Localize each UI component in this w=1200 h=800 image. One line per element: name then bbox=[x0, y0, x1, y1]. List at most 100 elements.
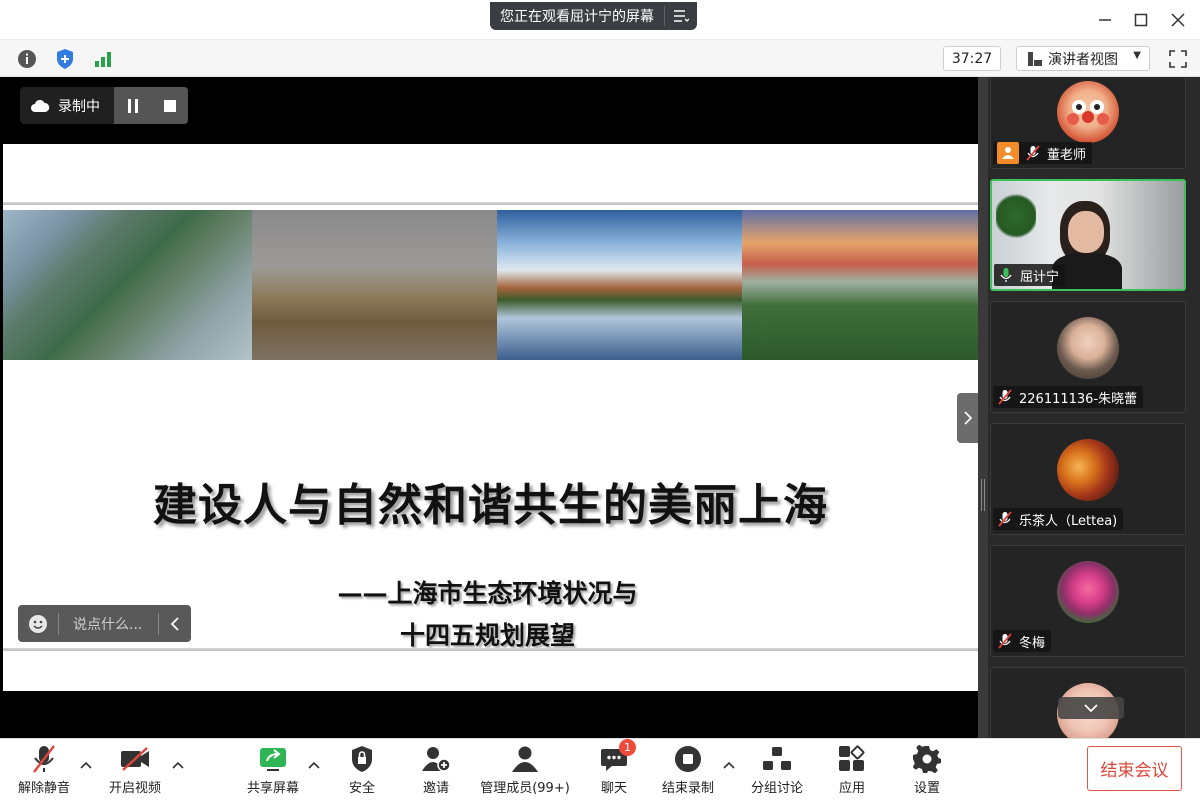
participant-name: 226111136-朱晓蕾 bbox=[1019, 391, 1138, 407]
recording-control: 录制中 bbox=[20, 87, 188, 124]
scroll-down-button[interactable] bbox=[1058, 697, 1124, 719]
avatar bbox=[1057, 561, 1119, 623]
participant-name-bar: 冬梅 bbox=[993, 630, 1052, 652]
start-video-button[interactable]: 开启视频 bbox=[104, 743, 166, 799]
avatar bbox=[1057, 81, 1119, 143]
participant-tile[interactable]: 乐茶人（Lettea) bbox=[990, 423, 1186, 535]
close-icon[interactable] bbox=[1166, 8, 1190, 32]
manage-members-button[interactable]: 管理成员(99+) bbox=[479, 743, 571, 799]
meeting-toolbar: 解除静音 开启视频 共享屏幕 安全 邀请 管理成员(99+) 1 聊天 结束录制… bbox=[0, 738, 1200, 800]
participant-name: 屈计宁 bbox=[1020, 269, 1060, 285]
mic-muted-icon bbox=[31, 743, 57, 775]
view-mode-label: 演讲者视图 bbox=[1048, 51, 1118, 68]
participant-tile-active-speaker[interactable]: 屈计宁 bbox=[990, 179, 1186, 291]
invite-label: 邀请 bbox=[422, 781, 449, 796]
lake-reflection-photo bbox=[497, 210, 742, 360]
panel-splitter[interactable] bbox=[978, 77, 988, 738]
chevron-up-icon[interactable] bbox=[172, 759, 184, 771]
mic-active-icon bbox=[998, 267, 1014, 283]
unread-badge: 1 bbox=[619, 739, 636, 756]
security-button[interactable]: 安全 bbox=[342, 743, 382, 799]
video-off-icon bbox=[119, 743, 151, 775]
person-face bbox=[1068, 211, 1104, 253]
participant-tile[interactable]: 226111136-朱晓蕾 bbox=[990, 301, 1186, 413]
security-label: 安全 bbox=[348, 781, 375, 796]
minimize-icon[interactable] bbox=[1093, 8, 1117, 32]
signal-bars-icon[interactable] bbox=[92, 48, 114, 70]
security-shield-icon bbox=[350, 743, 374, 775]
participant-tile[interactable]: 董老师 bbox=[990, 77, 1186, 169]
chevron-up-icon[interactable] bbox=[723, 759, 735, 771]
drag-handle[interactable] bbox=[981, 479, 985, 511]
pause-icon[interactable] bbox=[114, 87, 151, 124]
list-menu-icon[interactable] bbox=[665, 2, 697, 30]
participant-gallery: 董老师 屈计宁 226111136-朱晓蕾 乐茶人（Lettea) 冬梅 bbox=[988, 77, 1200, 738]
plant-image bbox=[996, 191, 1036, 241]
chevron-left-icon[interactable] bbox=[159, 616, 191, 631]
fullscreen-icon[interactable] bbox=[1166, 47, 1190, 71]
screen-share-banner[interactable]: 您正在观看屈计宁的屏幕 bbox=[490, 2, 697, 30]
members-icon bbox=[510, 743, 540, 775]
share-banner-text: 您正在观看屈计宁的屏幕 bbox=[500, 9, 654, 25]
chat-bubble-icon: 1 bbox=[600, 739, 636, 775]
share-screen-label: 共享屏幕 bbox=[246, 781, 299, 796]
stop-record-icon bbox=[674, 743, 702, 775]
emoji-icon[interactable] bbox=[18, 614, 58, 634]
mic-muted-icon bbox=[997, 633, 1013, 649]
participant-tile[interactable]: 冬梅 bbox=[990, 545, 1186, 657]
chat-label: 聊天 bbox=[600, 781, 627, 796]
add-person-icon bbox=[421, 743, 451, 775]
gear-icon bbox=[913, 743, 941, 775]
breakout-rooms-button[interactable]: 分组讨论 bbox=[747, 743, 807, 799]
unmute-label: 解除静音 bbox=[17, 781, 70, 796]
avatar bbox=[1057, 439, 1119, 501]
wetland-aerial-photo bbox=[3, 210, 252, 360]
person-icon bbox=[997, 142, 1019, 164]
chat-quick-input[interactable]: 说点什么... bbox=[18, 605, 191, 642]
collapse-gallery-button[interactable] bbox=[957, 393, 979, 443]
mic-muted-icon bbox=[997, 511, 1013, 527]
title-bar: 您正在观看屈计宁的屏幕 bbox=[0, 0, 1200, 40]
participant-name-bar: 226111136-朱晓蕾 bbox=[993, 386, 1144, 408]
end-meeting-button[interactable]: 结束会议 bbox=[1087, 746, 1182, 791]
start-video-label: 开启视频 bbox=[108, 781, 161, 796]
mic-muted-icon bbox=[1025, 145, 1041, 161]
meeting-timer: 37:27 bbox=[943, 46, 1001, 71]
chat-placeholder[interactable]: 说点什么... bbox=[59, 614, 158, 634]
shield-icon[interactable] bbox=[54, 48, 76, 70]
slide-divider bbox=[3, 648, 978, 651]
apps-icon bbox=[838, 743, 866, 775]
view-mode-dropdown[interactable]: 演讲者视图 ▼ bbox=[1016, 46, 1150, 71]
settings-label: 设置 bbox=[913, 781, 940, 796]
participant-name-bar: 乐茶人（Lettea) bbox=[993, 508, 1124, 530]
cloud-icon bbox=[31, 99, 50, 112]
swans-reed-photo bbox=[252, 210, 497, 360]
breakout-icon bbox=[762, 743, 792, 775]
invite-button[interactable]: 邀请 bbox=[416, 743, 456, 799]
participant-name-bar: 董老师 bbox=[993, 142, 1093, 164]
stop-icon[interactable] bbox=[151, 87, 188, 124]
unmute-button[interactable]: 解除静音 bbox=[14, 743, 74, 799]
settings-button[interactable]: 设置 bbox=[907, 743, 947, 799]
share-screen-button[interactable]: 共享屏幕 bbox=[243, 743, 303, 799]
chevron-right-icon bbox=[964, 411, 973, 425]
info-icon[interactable] bbox=[16, 48, 38, 70]
chat-button[interactable]: 1 聊天 bbox=[594, 739, 636, 799]
share-screen-icon bbox=[258, 743, 288, 775]
participant-name: 乐茶人（Lettea) bbox=[1019, 513, 1118, 529]
participant-name-bar: 屈计宁 bbox=[994, 264, 1066, 286]
recording-status: 录制中 bbox=[20, 87, 114, 124]
stop-recording-button[interactable]: 结束录制 bbox=[658, 743, 718, 799]
speaker-view-icon bbox=[1028, 51, 1042, 66]
apps-button[interactable]: 应用 bbox=[832, 743, 872, 799]
participant-name: 董老师 bbox=[1047, 147, 1087, 163]
stop-recording-label: 结束录制 bbox=[661, 781, 714, 796]
mic-muted-icon bbox=[997, 389, 1013, 405]
estuary-sunset-photo bbox=[742, 210, 978, 360]
chevron-up-icon[interactable] bbox=[308, 759, 320, 771]
participant-name: 冬梅 bbox=[1019, 635, 1046, 651]
slide-divider bbox=[3, 202, 978, 205]
manage-members-label: 管理成员(99+) bbox=[480, 781, 570, 796]
chevron-up-icon[interactable] bbox=[80, 759, 92, 771]
maximize-icon[interactable] bbox=[1129, 8, 1153, 32]
